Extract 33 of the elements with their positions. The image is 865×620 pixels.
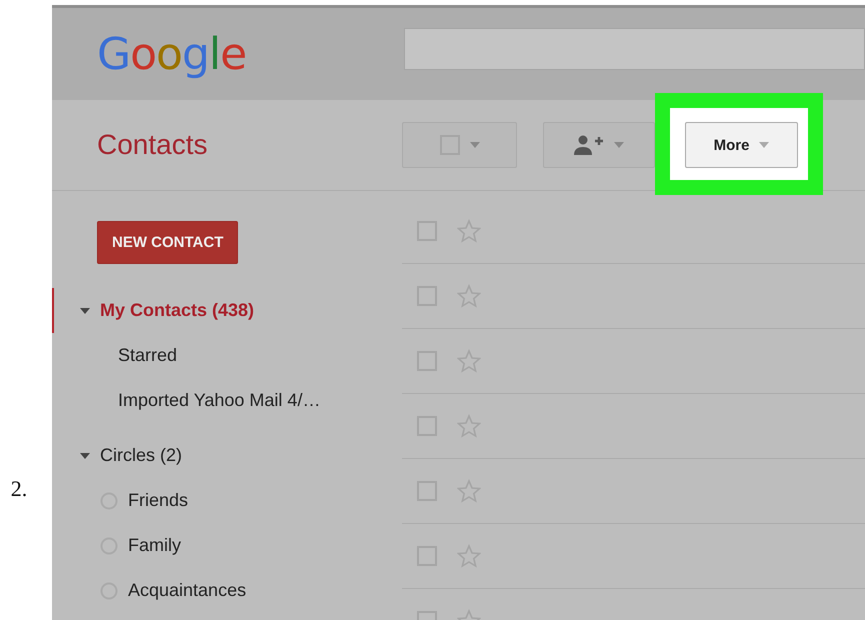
select-dropdown-button[interactable] (402, 122, 517, 168)
checkbox[interactable] (417, 546, 437, 566)
more-button[interactable]: More (685, 122, 798, 168)
star-icon[interactable] (457, 479, 481, 503)
caret-icon (759, 142, 770, 148)
sidebar-group[interactable]: My Contacts (438) (100, 300, 254, 321)
expand-caret-icon[interactable] (80, 452, 90, 460)
expand-caret-icon[interactable] (80, 306, 90, 314)
step-number: 2. (10, 476, 28, 502)
checkbox[interactable] (417, 221, 437, 241)
sidebar-group[interactable]: Circles (2) (100, 445, 182, 466)
star-icon[interactable] (457, 544, 481, 568)
star-icon[interactable] (457, 414, 481, 438)
sidebar-item[interactable]: Imported Yahoo Mail 4/… (118, 390, 320, 411)
add-person-icon (574, 135, 604, 155)
search-field[interactable] (404, 28, 865, 70)
add-contact-button[interactable] (543, 122, 655, 168)
sidebar-item[interactable]: Starred (118, 345, 178, 366)
new-contact-button[interactable]: NEW CONTACT (97, 221, 238, 264)
star-icon[interactable] (457, 349, 481, 373)
checkbox[interactable] (417, 351, 437, 371)
google-logo: Google (97, 28, 246, 80)
checkbox[interactable] (417, 416, 437, 436)
sidebar-item[interactable]: Acquaintances (128, 580, 246, 601)
app-title: Contacts (96, 129, 208, 161)
caret-icon (614, 142, 624, 148)
sidebar-item[interactable]: Friends (128, 490, 188, 511)
star-icon[interactable] (457, 284, 481, 308)
checkbox[interactable] (417, 481, 437, 501)
star-icon[interactable] (457, 219, 481, 243)
checkbox[interactable] (417, 286, 437, 306)
caret-icon (470, 142, 480, 148)
sidebar-item[interactable]: Family (128, 535, 181, 556)
